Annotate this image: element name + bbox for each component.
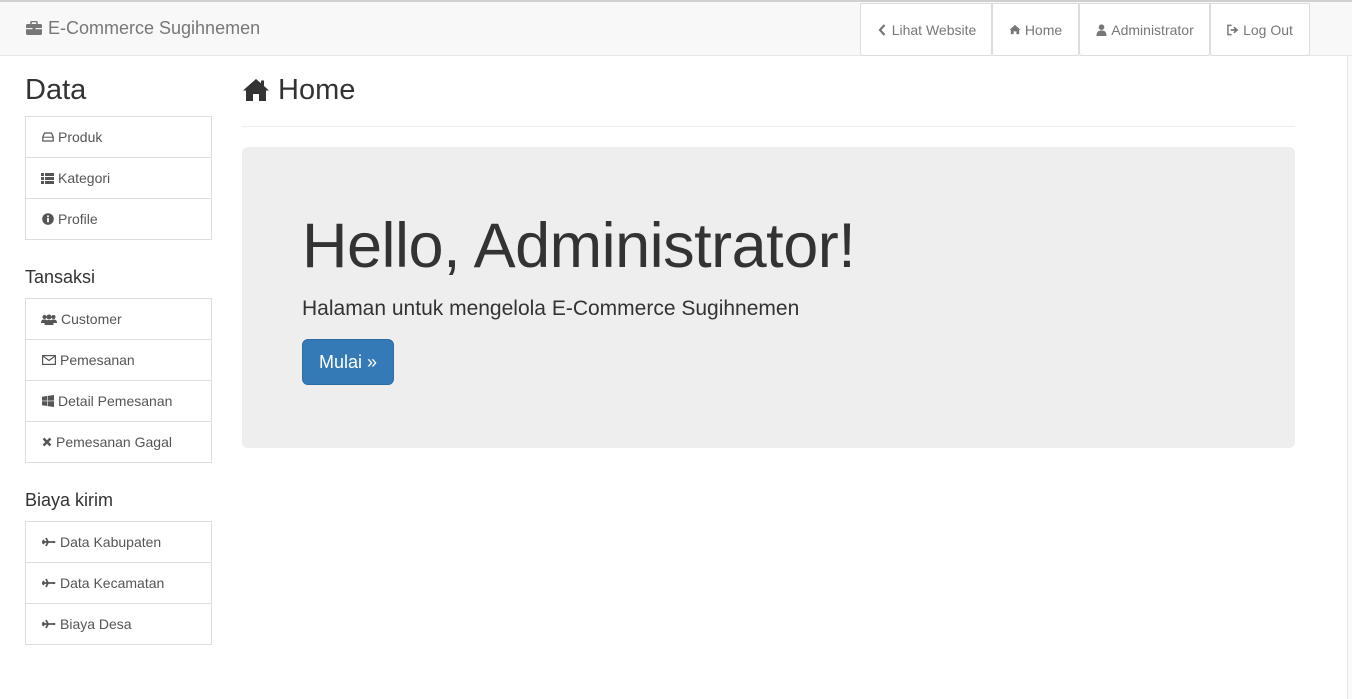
sidebar-item-label: Pemesanan Gagal (56, 434, 172, 450)
hdd-icon (41, 131, 54, 143)
home-icon (1009, 24, 1021, 36)
chevron-left-icon (876, 23, 888, 36)
sidebar-item-label: Data Kabupaten (60, 534, 162, 550)
data-menu: Produk Kategori Profile (25, 116, 212, 240)
biaya-menu: Data Kabupaten Data Kecamatan Biaya Desa (25, 521, 212, 645)
vertical-scrollbar[interactable] (1347, 56, 1352, 699)
sidebar-item-pemesanan-gagal[interactable]: Pemesanan Gagal (26, 422, 211, 462)
page-title-text: Home (278, 74, 356, 106)
log-out-icon (1227, 24, 1239, 36)
sidebar-item-data-kabupaten[interactable]: Data Kabupaten (26, 522, 211, 563)
sidebar-item-label: Produk (58, 129, 103, 145)
briefcase-icon (25, 20, 43, 38)
home-nav-label: Home (1024, 21, 1063, 38)
envelope-icon (41, 354, 56, 366)
sidebar-item-customer[interactable]: Customer (26, 299, 211, 340)
sidebar-item-label: Detail Pemesanan (58, 393, 173, 409)
sidebar-item-kategori[interactable]: Kategori (26, 158, 211, 199)
welcome-jumbotron: Hello, Administrator! Halaman untuk meng… (242, 147, 1295, 448)
brand-link[interactable]: E-Commerce Sugihnemen (25, 18, 260, 39)
sidebar-transaksi-heading: Tansaksi (25, 267, 96, 287)
sidebar-item-label: Profile (58, 211, 98, 227)
logout-label: Log Out (1243, 21, 1293, 38)
welcome-heading: Hello, Administrator! (302, 211, 856, 281)
sidebar-item-produk[interactable]: Produk (26, 117, 211, 158)
sidebar-item-label: Kategori (58, 170, 111, 186)
sidebar-biaya-heading: Biaya kirim (25, 490, 114, 510)
sidebar-item-label: Pemesanan (60, 352, 135, 368)
navbar-right: Lihat Website Home Administrator Log Out (860, 3, 1310, 57)
top-navbar: E-Commerce Sugihnemen Lihat Website Home… (0, 0, 1352, 56)
sidebar-item-data-kecamatan[interactable]: Data Kecamatan (26, 563, 211, 604)
list-icon (41, 172, 54, 184)
windows-icon (41, 395, 54, 407)
plane-icon (41, 577, 56, 589)
view-website-label: Lihat Website (891, 21, 977, 38)
close-icon (41, 436, 52, 448)
logout-button[interactable]: Log Out (1210, 3, 1310, 56)
sidebar-item-biaya-desa[interactable]: Biaya Desa (26, 604, 211, 644)
sidebar-item-profile[interactable]: Profile (26, 199, 211, 239)
start-button[interactable]: Mulai » (302, 339, 394, 385)
transaksi-menu: Customer Pemesanan Detail Pemesanan Peme… (25, 298, 212, 463)
sidebar-item-label: Biaya Desa (60, 616, 132, 632)
plane-icon (41, 618, 56, 630)
sidebar-item-detail-pemesanan[interactable]: Detail Pemesanan (26, 381, 211, 422)
sidebar-item-label: Data Kecamatan (60, 575, 165, 591)
administrator-button[interactable]: Administrator (1079, 3, 1210, 56)
view-website-button[interactable]: Lihat Website (860, 3, 992, 56)
home-icon (242, 78, 270, 104)
page-title: Home (242, 74, 355, 107)
sidebar-data-heading: Data (25, 74, 87, 106)
home-nav-button[interactable]: Home (992, 3, 1079, 56)
sidebar-item-label: Customer (61, 311, 122, 327)
brand-title: E-Commerce Sugihnemen (48, 18, 261, 38)
sidebar-item-pemesanan[interactable]: Pemesanan (26, 340, 211, 381)
page-header: Home (242, 56, 1295, 127)
plane-icon (41, 536, 56, 548)
user-icon (1095, 23, 1107, 36)
administrator-label: Administrator (1111, 21, 1194, 38)
users-icon (41, 313, 57, 325)
welcome-subtitle: Halaman untuk mengelola E-Commerce Sugih… (302, 297, 800, 320)
info-sign-icon (41, 213, 54, 225)
